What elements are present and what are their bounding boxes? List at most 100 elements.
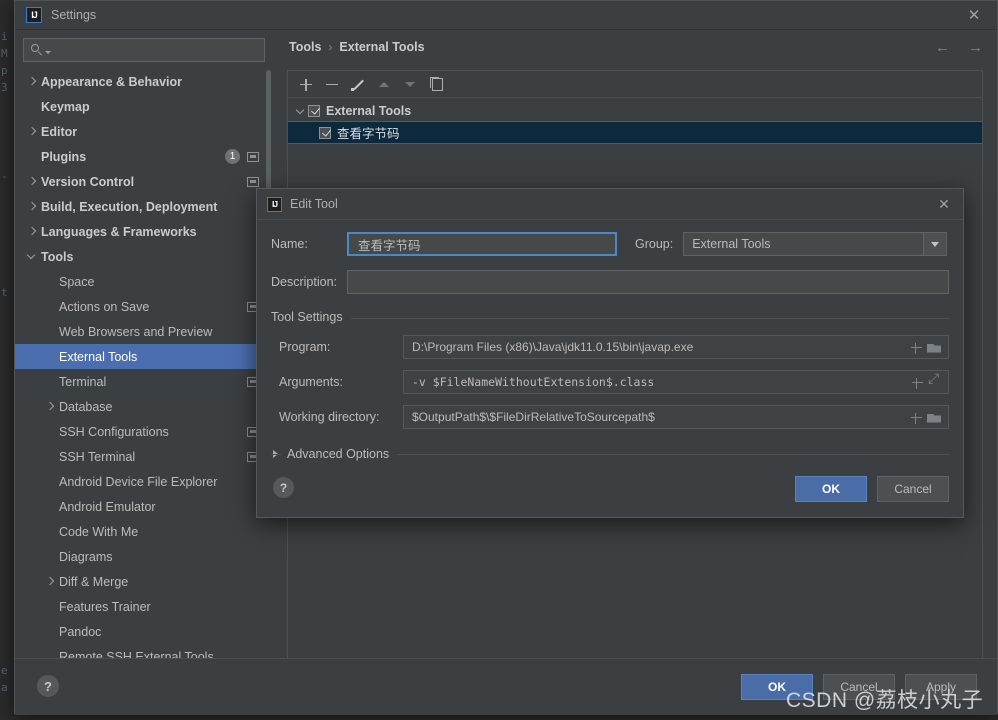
chevron-right-icon[interactable]: [27, 177, 36, 186]
external-tools-tree: External Tools 查看字节码: [288, 98, 982, 144]
chevron-right-icon[interactable]: [27, 77, 36, 86]
help-button[interactable]: ?: [37, 675, 59, 697]
arguments-value: -v $FileNameWithoutExtension$.class: [412, 375, 655, 389]
tool-enabled-checkbox[interactable]: [308, 104, 320, 117]
description-field[interactable]: [347, 270, 949, 294]
tools-tree-row[interactable]: 查看字节码: [288, 121, 982, 144]
sidebar-item-diff-merge[interactable]: Diff & Merge: [15, 569, 273, 594]
sidebar-item-diagrams[interactable]: Diagrams: [15, 544, 273, 569]
add-tool-button[interactable]: [294, 73, 318, 95]
modal-help-button[interactable]: ?: [273, 477, 294, 498]
working-directory-value: $OutputPath$\$FileDirRelativeToSourcepat…: [412, 410, 655, 424]
modal-ok-button[interactable]: OK: [795, 476, 867, 502]
browse-folder-icon-wd[interactable]: [927, 412, 941, 423]
ok-button[interactable]: OK: [741, 674, 813, 700]
sidebar-item-keymap[interactable]: Keymap: [15, 94, 273, 119]
modal-cancel-button[interactable]: Cancel: [877, 476, 949, 502]
sidebar-item-database[interactable]: Database: [15, 394, 273, 419]
advanced-options-label: Advanced Options: [281, 447, 398, 461]
arguments-field[interactable]: -v $FileNameWithoutExtension$.class: [403, 370, 949, 394]
arrow-placeholder: [45, 377, 54, 386]
arrow-placeholder: [27, 152, 36, 161]
insert-macro-icon-wd[interactable]: [910, 411, 923, 424]
chevron-right-icon[interactable]: [27, 127, 36, 136]
sidebar-item-terminal[interactable]: Terminal: [15, 369, 273, 394]
chevron-down-icon-group[interactable]: [923, 233, 947, 255]
arrow-placeholder: [45, 477, 54, 486]
chevron-right-icon[interactable]: [45, 402, 54, 411]
sidebar-item-label: Terminal: [59, 374, 107, 389]
move-down-button[interactable]: [398, 73, 422, 95]
sidebar-item-editor[interactable]: Editor: [15, 119, 273, 144]
description-input[interactable]: [355, 274, 941, 290]
sidebar-item-features-trainer[interactable]: Features Trainer: [15, 594, 273, 619]
chevron-down-icon[interactable]: [27, 252, 36, 261]
sidebar-item-label: Android Device File Explorer: [59, 474, 218, 489]
sidebar-item-pandoc[interactable]: Pandoc: [15, 619, 273, 644]
move-up-button[interactable]: [372, 73, 396, 95]
forward-arrow-icon[interactable]: →: [968, 40, 983, 55]
advanced-options-row[interactable]: Advanced Options: [271, 447, 949, 461]
expand-editor-icon[interactable]: [928, 372, 941, 389]
name-row: Name: Group: External Tools: [257, 232, 963, 256]
sidebar-item-appearance-behavior[interactable]: Appearance & Behavior: [15, 69, 273, 94]
sidebar-item-tools[interactable]: Tools: [15, 244, 273, 269]
tool-settings-group: Tool Settings: [271, 310, 949, 324]
edit-tool-title-bar: IJ Edit Tool ✕: [257, 189, 963, 220]
sidebar-item-ssh-terminal[interactable]: SSH Terminal: [15, 444, 273, 469]
name-input[interactable]: [356, 236, 608, 252]
arrow-placeholder: [45, 627, 54, 636]
group-value: External Tools: [692, 237, 771, 251]
tool-enabled-checkbox[interactable]: [319, 126, 331, 139]
copy-tool-button[interactable]: [424, 73, 448, 95]
search-icon: [31, 43, 44, 57]
search-box[interactable]: [23, 38, 265, 62]
sidebar-item-space[interactable]: Space: [15, 269, 273, 294]
browse-folder-icon[interactable]: [927, 342, 941, 353]
arrow-placeholder: [45, 352, 54, 361]
settings-sidebar: Appearance & Behavior Keymap Editor Plugins…: [15, 30, 273, 686]
chevron-right-icon[interactable]: [27, 227, 36, 236]
sidebar-item-web-browsers-and-preview[interactable]: Web Browsers and Preview: [15, 319, 273, 344]
tool-settings-title: Tool Settings: [271, 310, 351, 324]
sidebar-item-version-control[interactable]: Version Control: [15, 169, 273, 194]
working-directory-field[interactable]: $OutputPath$\$FileDirRelativeToSourcepat…: [403, 405, 949, 429]
name-field[interactable]: [347, 232, 617, 256]
sidebar-item-label: Code With Me: [59, 524, 139, 539]
sidebar-item-code-with-me[interactable]: Code With Me: [15, 519, 273, 544]
back-arrow-icon[interactable]: ←: [935, 40, 950, 55]
sidebar-item-label: External Tools: [59, 349, 138, 364]
insert-macro-icon[interactable]: [910, 341, 923, 354]
sidebar-item-label: Diagrams: [59, 549, 113, 564]
program-label: Program:: [279, 340, 331, 354]
arrow-placeholder: [45, 302, 54, 311]
chevron-right-icon[interactable]: [45, 577, 54, 586]
remove-tool-button[interactable]: [320, 73, 344, 95]
search-wrapper: [15, 30, 273, 62]
sidebar-item-android-device-file-explorer[interactable]: Android Device File Explorer: [15, 469, 273, 494]
breadcrumb-parent[interactable]: Tools: [289, 40, 321, 54]
close-icon[interactable]: ✕: [951, 1, 997, 29]
group-select[interactable]: External Tools: [683, 232, 948, 256]
sidebar-item-label: SSH Configurations: [59, 424, 169, 439]
sidebar-item-android-emulator[interactable]: Android Emulator: [15, 494, 273, 519]
tools-tree-row[interactable]: External Tools: [288, 100, 982, 121]
edit-tool-button[interactable]: [346, 73, 370, 95]
sidebar-item-label: Web Browsers and Preview: [59, 324, 213, 339]
sidebar-item-plugins[interactable]: Plugins 1: [15, 144, 273, 169]
search-input[interactable]: [51, 43, 264, 57]
sidebar-item-actions-on-save[interactable]: Actions on Save: [15, 294, 273, 319]
sidebar-item-label: Build, Execution, Deployment: [41, 199, 218, 214]
program-field[interactable]: D:\Program Files (x86)\Java\jdk11.0.15\b…: [403, 335, 949, 359]
sidebar-item-languages-frameworks[interactable]: Languages & Frameworks: [15, 219, 273, 244]
modal-close-icon[interactable]: ✕: [935, 195, 953, 213]
sidebar-item-ssh-configurations[interactable]: SSH Configurations: [15, 419, 273, 444]
apply-button[interactable]: Apply: [905, 674, 977, 700]
cancel-button[interactable]: Cancel: [823, 674, 895, 700]
settings-bottom-bar: ? OK Cancel Apply: [15, 658, 997, 715]
chevron-right-icon[interactable]: [27, 202, 36, 211]
sidebar-item-external-tools[interactable]: External Tools: [15, 344, 273, 369]
insert-macro-icon-args[interactable]: [911, 376, 924, 389]
chevron-down-icon[interactable]: [294, 104, 308, 118]
sidebar-item-build-execution-deployment[interactable]: Build, Execution, Deployment: [15, 194, 273, 219]
